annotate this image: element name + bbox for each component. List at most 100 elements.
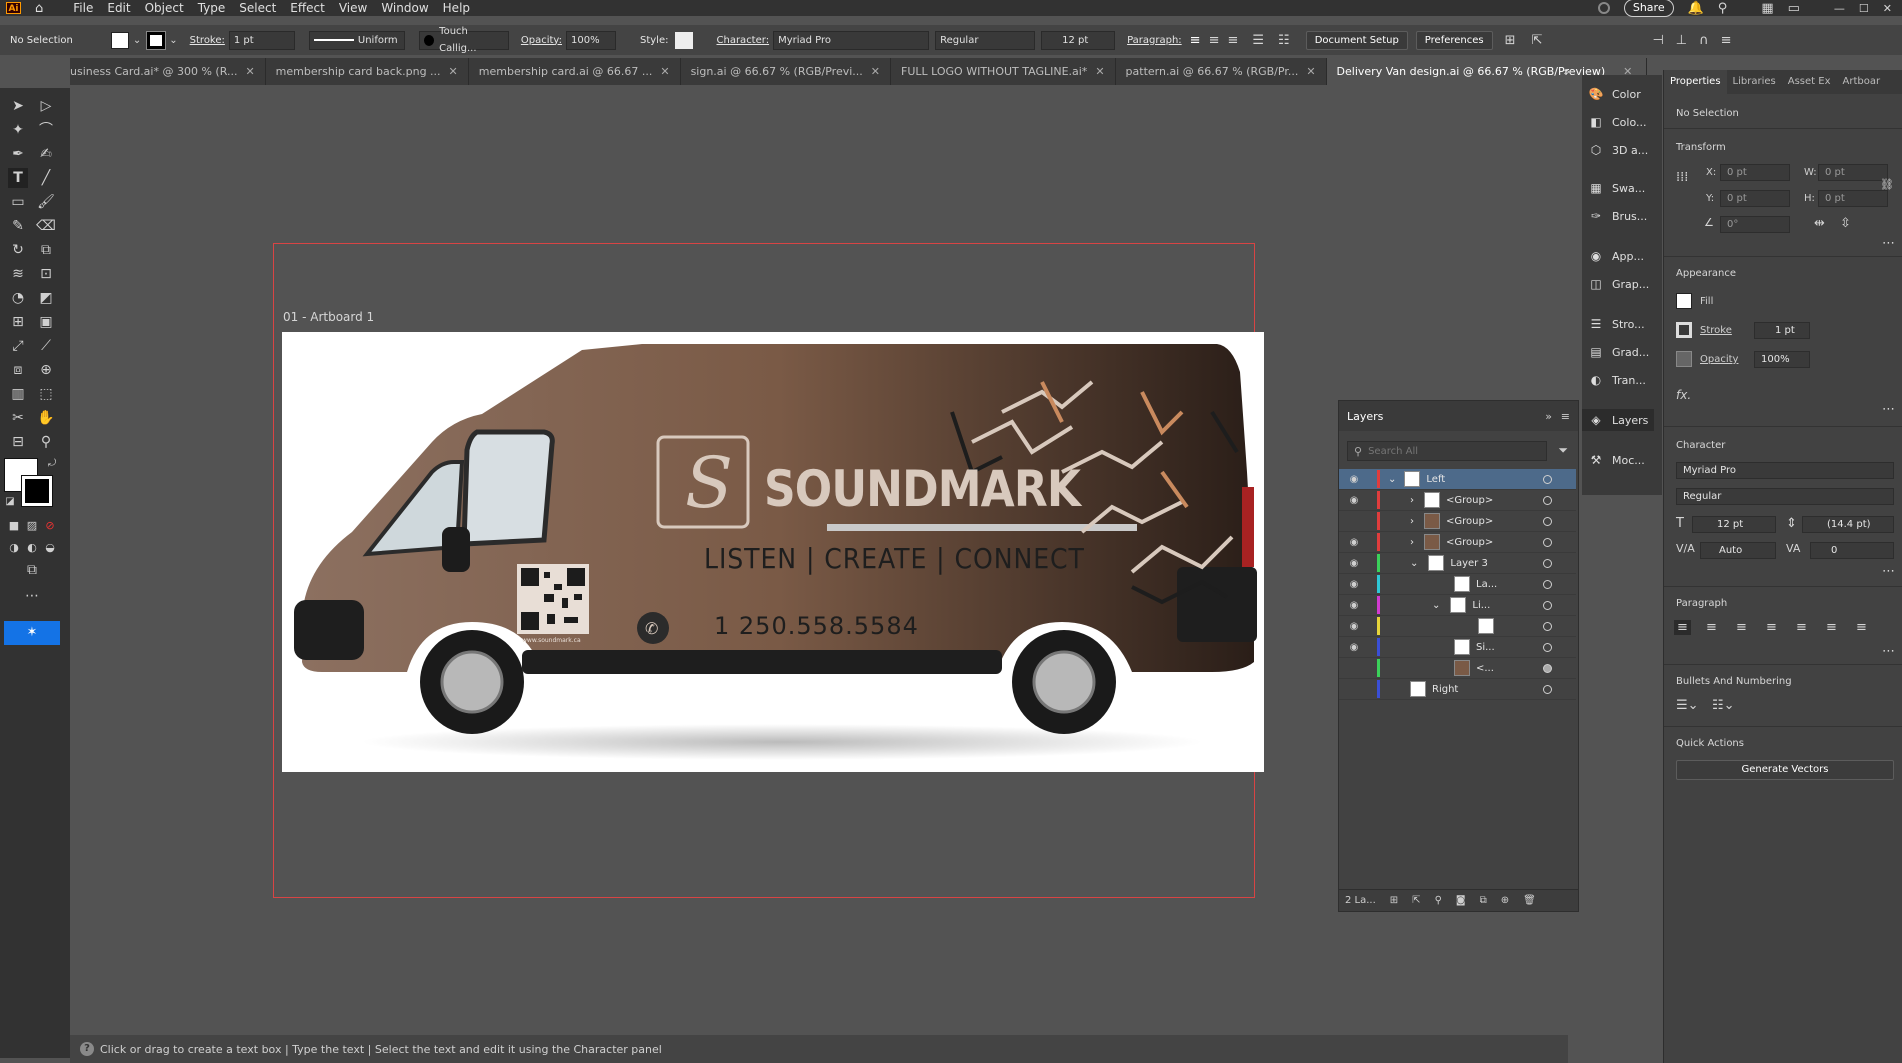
- align-objects-icon[interactable]: ⊣: [1652, 33, 1663, 48]
- stroke-profile-select[interactable]: Uniform: [308, 30, 405, 50]
- menu-type[interactable]: Type: [198, 1, 226, 15]
- dock-gradient[interactable]: ▤ Grad...: [1588, 341, 1649, 363]
- dock-appearance[interactable]: ◉ App...: [1588, 245, 1644, 267]
- slice-tool-icon[interactable]: ✂: [8, 408, 28, 428]
- layers-panel-title[interactable]: Layers: [1347, 410, 1383, 423]
- paintbrush-tool-icon[interactable]: 🖌: [36, 192, 56, 212]
- more-options-icon[interactable]: ⋯: [1882, 564, 1895, 579]
- opacity-label[interactable]: Opacity:: [521, 35, 562, 46]
- rotate-field[interactable]: 0°: [1720, 216, 1790, 233]
- clipping-mask-icon[interactable]: ◙: [1456, 895, 1466, 906]
- locate-object-icon[interactable]: ⇱: [1412, 895, 1420, 906]
- more-options-icon[interactable]: ⋯: [1882, 402, 1895, 417]
- share-button[interactable]: Share: [1623, 0, 1674, 17]
- tab-libraries[interactable]: Libraries: [1727, 70, 1782, 94]
- tab-sign[interactable]: sign.ai @ 66.67 % (RGB/Previ... ✕: [681, 58, 891, 85]
- w-field[interactable]: 0 pt: [1818, 164, 1888, 181]
- delete-layer-icon[interactable]: 🗑: [1523, 895, 1536, 906]
- scale-tool-icon[interactable]: ⧉: [36, 240, 56, 260]
- layer-target-icon[interactable]: [1543, 537, 1552, 547]
- expand-chevron-icon[interactable]: ›: [1410, 516, 1414, 527]
- close-tab-icon[interactable]: ✕: [1306, 58, 1315, 85]
- dock-color[interactable]: 🎨 Color: [1588, 83, 1641, 105]
- color-mode-icon[interactable]: ■: [4, 516, 24, 536]
- kerning-field[interactable]: Auto: [1700, 542, 1776, 559]
- blend-tool-icon[interactable]: ⧈: [8, 360, 28, 380]
- numbering-icon[interactable]: ☷⌄: [1712, 698, 1735, 713]
- visibility-eye-icon[interactable]: ◉: [1347, 516, 1361, 527]
- font-family-select[interactable]: Myriad Pro: [1676, 462, 1894, 479]
- menu-view[interactable]: View: [339, 1, 367, 15]
- default-colors-icon[interactable]: ◪: [0, 492, 20, 512]
- maximize-icon[interactable]: ☐: [1859, 2, 1869, 15]
- stroke-swatch[interactable]: [146, 30, 167, 50]
- hand-tool-icon[interactable]: ✋: [36, 408, 56, 428]
- dock-brushes[interactable]: ✑ Brus...: [1588, 205, 1647, 227]
- swap-fill-stroke-icon[interactable]: ⤾: [42, 454, 62, 474]
- font-size-field[interactable]: 12 pt: [1692, 516, 1776, 533]
- visibility-eye-icon[interactable]: ◉: [1347, 495, 1361, 506]
- collapse-panel-icon[interactable]: »: [1545, 410, 1552, 423]
- dock-stroke[interactable]: ☰ Stro...: [1588, 313, 1645, 335]
- font-style-select[interactable]: Regular: [1676, 488, 1894, 505]
- x-field[interactable]: 0 pt: [1720, 164, 1790, 181]
- layer-row[interactable]: ◉: [1339, 616, 1576, 637]
- dock-transparency[interactable]: ◐ Tran...: [1588, 369, 1646, 391]
- visibility-eye-icon[interactable]: ◉: [1347, 642, 1361, 653]
- panel-menu-icon[interactable]: ≡: [1561, 410, 1570, 423]
- layer-row[interactable]: ◉ › <Group>: [1339, 511, 1576, 532]
- tab-artboards[interactable]: Artboar: [1837, 70, 1887, 94]
- font-size-field[interactable]: 12 pt: [1041, 30, 1116, 50]
- zoom-tool-icon[interactable]: ⚲: [36, 432, 56, 452]
- layer-name[interactable]: <...: [1476, 663, 1494, 674]
- constrain-proportions-icon[interactable]: ⛓: [1880, 178, 1894, 191]
- justify-all-icon[interactable]: ≡: [1856, 620, 1867, 635]
- filter-icon[interactable]: ⏷: [1558, 443, 1568, 458]
- search-layers-icon[interactable]: ⚲: [1435, 895, 1442, 906]
- layer-row[interactable]: ◉ › <Group>: [1339, 490, 1576, 511]
- print-tiling-tool-icon[interactable]: ⊟: [8, 432, 28, 452]
- align-left-icon[interactable]: ≡: [1674, 620, 1691, 635]
- notification-bell-icon[interactable]: 🔔: [1688, 1, 1704, 16]
- visibility-eye-icon[interactable]: ◉: [1347, 579, 1361, 590]
- expand-chevron-icon[interactable]: ›: [1410, 495, 1414, 506]
- justify-left-icon[interactable]: ≡: [1766, 620, 1777, 635]
- menu-select[interactable]: Select: [239, 1, 276, 15]
- tabs-overflow-icon[interactable]: »: [1563, 58, 1570, 85]
- flip-vertical-icon[interactable]: ⇳: [1840, 216, 1851, 231]
- line-tool-icon[interactable]: ╱: [36, 168, 56, 188]
- layer-row[interactable]: ◉ La...: [1339, 574, 1576, 595]
- dock-color-guide[interactable]: ◧ Colo...: [1588, 111, 1646, 133]
- arrange-documents-icon[interactable]: ⊞: [1505, 33, 1516, 48]
- font-style-select[interactable]: Regular: [935, 30, 1036, 50]
- layer-row[interactable]: ◉ ⌄ Li...: [1339, 595, 1576, 616]
- artboard-tool-icon[interactable]: ⬚: [36, 384, 56, 404]
- opacity-swatch[interactable]: [1676, 351, 1692, 367]
- close-tab-icon[interactable]: ✕: [245, 58, 254, 85]
- bullets-icon[interactable]: ☰⌄: [1676, 698, 1699, 713]
- tab-full-logo[interactable]: FULL LOGO WITHOUT TAGLINE.ai* ✕: [891, 58, 1116, 85]
- paragraph-label[interactable]: Paragraph:: [1127, 35, 1182, 46]
- menu-object[interactable]: Object: [145, 1, 184, 15]
- y-field[interactable]: 0 pt: [1720, 190, 1790, 207]
- magic-wand-icon[interactable]: ✦: [8, 120, 28, 140]
- layer-name[interactable]: <Group>: [1446, 495, 1493, 506]
- tab-business-card[interactable]: usiness Card.ai* @ 300 % (R... ✕: [70, 58, 266, 85]
- reference-point-icon[interactable]: ⁞⁞⁞: [1676, 170, 1688, 185]
- selection-tool-icon[interactable]: ➤: [8, 96, 28, 116]
- search-icon[interactable]: ⚲: [1718, 1, 1728, 16]
- measure-tool-icon[interactable]: ⟋: [36, 336, 56, 356]
- fill-dropdown-icon[interactable]: ⌄: [133, 35, 141, 46]
- tab-membership-card-back[interactable]: membership card back.png ... ✕: [266, 58, 469, 85]
- layer-target-icon[interactable]: [1543, 600, 1552, 610]
- visibility-eye-icon[interactable]: ◉: [1347, 558, 1361, 569]
- expand-chevron-icon[interactable]: ⌄: [1388, 474, 1396, 485]
- shape-builder-tool-icon[interactable]: ◔: [8, 288, 28, 308]
- graph-tool-icon[interactable]: ▥: [8, 384, 28, 404]
- artboard-label[interactable]: 01 - Artboard 1: [283, 310, 374, 324]
- dock-swatches[interactable]: ▦ Swa...: [1588, 177, 1645, 199]
- layer-target-icon[interactable]: [1543, 474, 1552, 484]
- new-layer-icon[interactable]: ⊕: [1501, 895, 1509, 906]
- expand-chevron-icon[interactable]: ⌄: [1410, 558, 1418, 569]
- layer-row[interactable]: ◉ <...: [1339, 658, 1576, 679]
